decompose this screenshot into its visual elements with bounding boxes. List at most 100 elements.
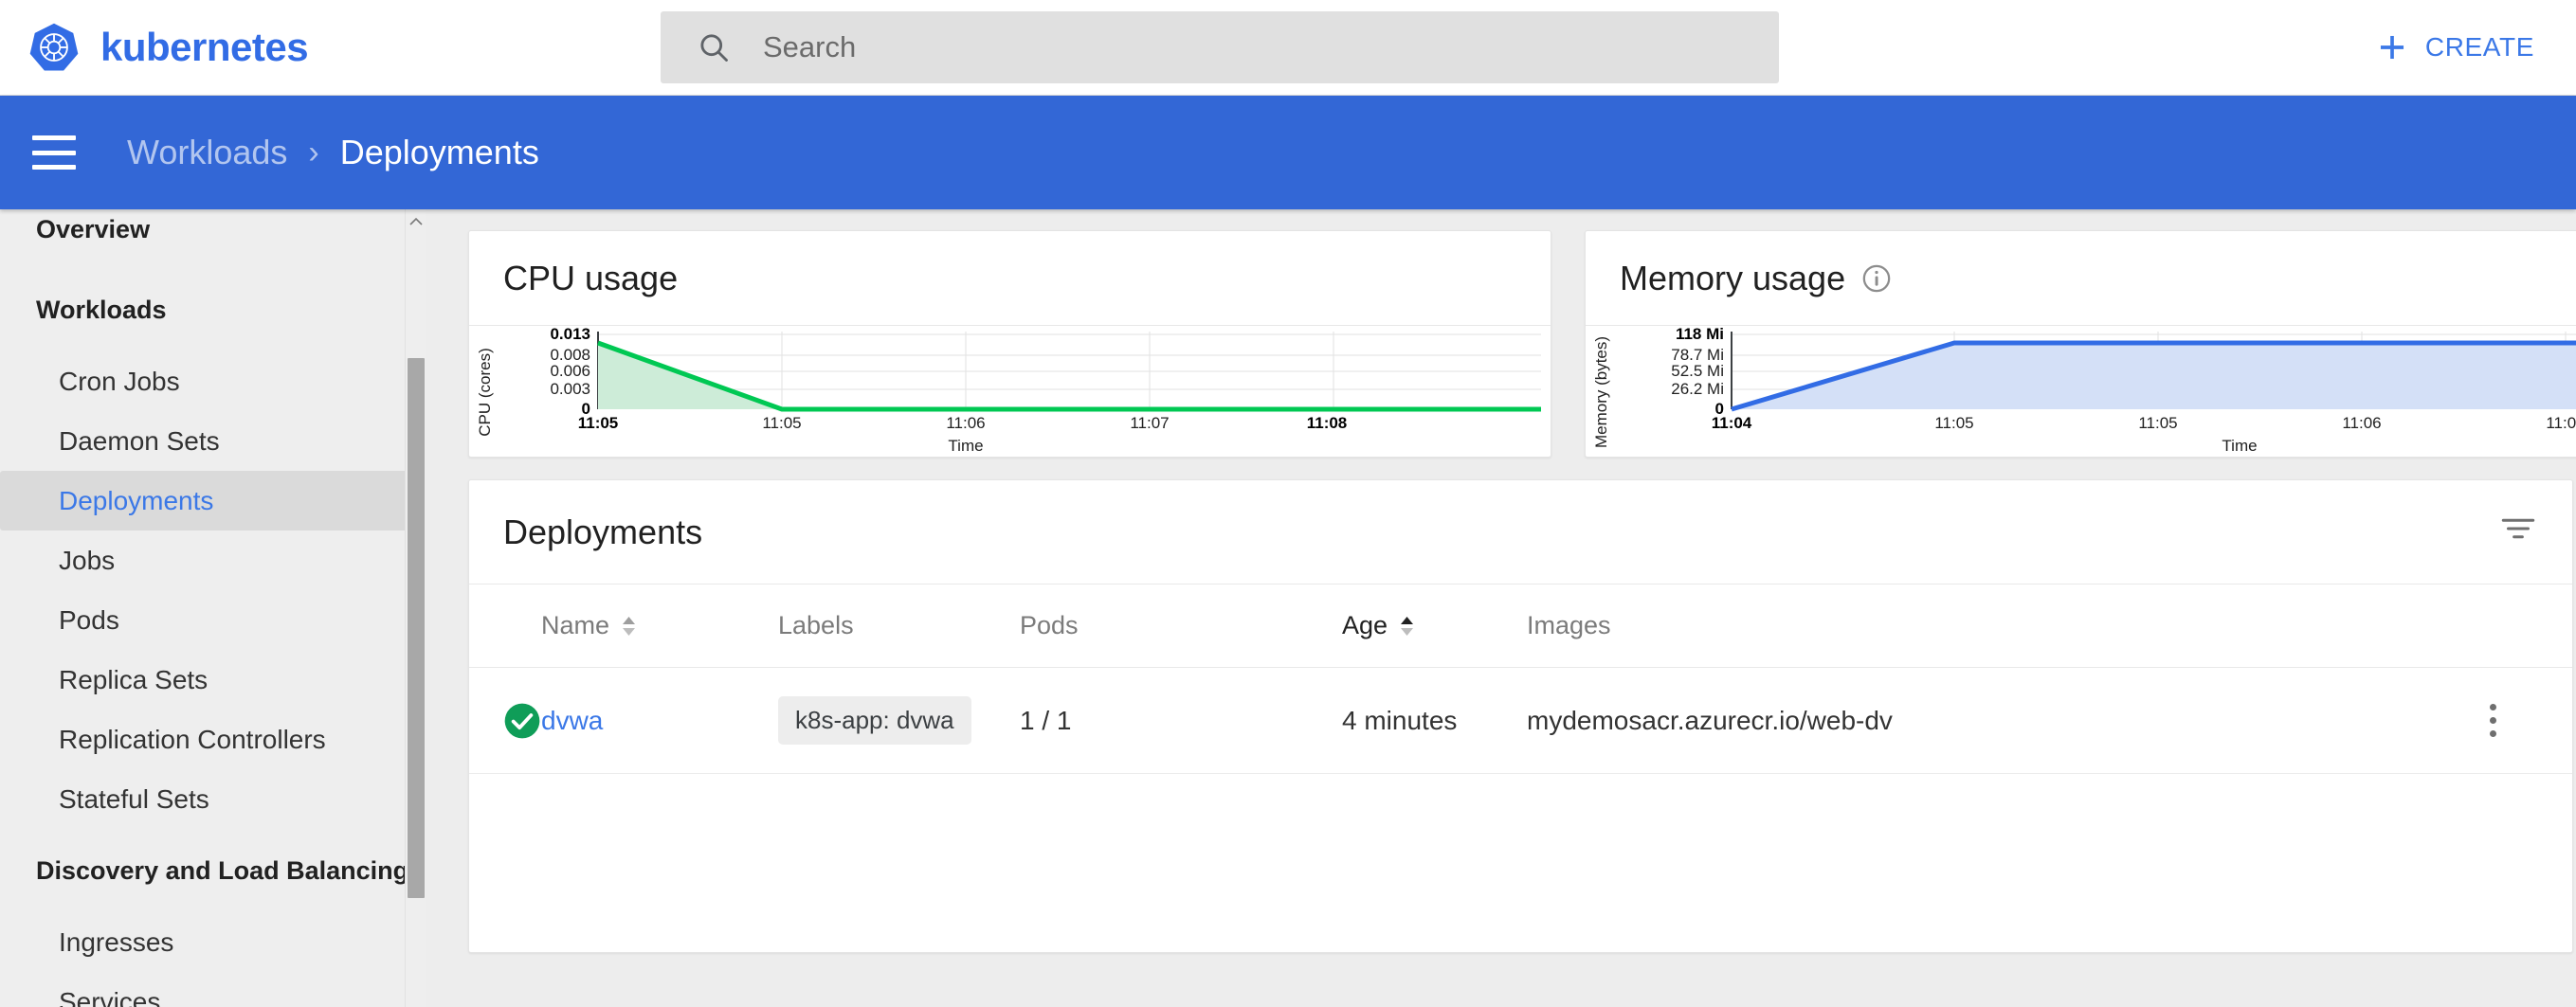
kubernetes-helm-icon <box>29 23 79 71</box>
sidebar-item-replica-sets[interactable]: Replica Sets <box>0 650 414 710</box>
svg-text:11:07: 11:07 <box>2546 414 2576 432</box>
memory-usage-card: Memory usage Memory (bytes) 118 Mi 78.7 … <box>1585 230 2576 458</box>
svg-text:11:05: 11:05 <box>2138 414 2177 432</box>
column-header-labels: Labels <box>778 584 1020 668</box>
search-box[interactable] <box>661 11 1779 83</box>
sort-descending-icon <box>1401 627 1414 636</box>
sidebar-item-cron-jobs[interactable]: Cron Jobs <box>0 351 414 411</box>
svg-text:Time: Time <box>948 437 983 455</box>
svg-text:11:04: 11:04 <box>1712 414 1752 432</box>
cpu-chart-svg: CPU (cores) 0.013 0.008 0.006 0.003 0 11… <box>476 326 1541 455</box>
sidebar-item-deployments[interactable]: Deployments <box>0 471 414 530</box>
info-circle-icon[interactable] <box>1860 262 1893 295</box>
sidebar-header-overview[interactable]: Overview <box>0 209 426 268</box>
svg-text:0.013: 0.013 <box>550 326 590 343</box>
sidebar-header-discovery-and-load-balancing: Discovery and Load Balancing <box>36 855 409 885</box>
deployments-card-title: Deployments <box>503 512 703 551</box>
sidebar-scrollbar-thumb[interactable] <box>408 358 425 898</box>
sort-ascending-icon <box>623 616 636 624</box>
cell-menu <box>2487 667 2572 774</box>
column-header-pods: Pods <box>1020 584 1342 668</box>
deployments-table: Name Labels Pods Age Images dvwa k8s-app… <box>469 584 2572 774</box>
cpu-chart: CPU (cores) 0.013 0.008 0.006 0.003 0 11… <box>469 326 1551 457</box>
sidebar-scrollbar[interactable] <box>405 209 426 1007</box>
svg-text:Memory (bytes): Memory (bytes) <box>1592 336 1610 448</box>
svg-text:52.5 Mi: 52.5 Mi <box>1671 362 1724 380</box>
cpu-card-title: CPU usage <box>503 258 679 297</box>
table-header-row: Name Labels Pods Age Images <box>469 584 2572 668</box>
sidebar-item-pods[interactable]: Pods <box>0 590 414 650</box>
sidebar-item-replication-controllers[interactable]: Replication Controllers <box>0 710 414 769</box>
breadcrumb-bar: Workloads › Deployments <box>0 96 2576 209</box>
search-icon <box>700 34 728 62</box>
sort-descending-icon <box>623 627 636 636</box>
breadcrumb-item-workloads[interactable]: Workloads <box>127 133 287 172</box>
sidebar-nav: Overview Workloads Cron Jobs Daemon Sets… <box>0 209 426 1007</box>
deployment-name-link[interactable]: dvwa <box>541 706 603 735</box>
breadcrumb: Workloads › Deployments <box>127 133 539 172</box>
check-circle-icon <box>504 703 540 738</box>
svg-text:118 Mi: 118 Mi <box>1676 326 1724 343</box>
svg-text:11:07: 11:07 <box>1130 414 1169 432</box>
memory-chart-svg: Memory (bytes) 118 Mi 78.7 Mi 52.5 Mi 26… <box>1592 326 2576 455</box>
sidebar-item-ingresses[interactable]: Ingresses <box>0 912 414 972</box>
column-header-name[interactable]: Name <box>541 584 778 668</box>
cell-labels: k8s-app: dvwa <box>778 667 1020 774</box>
main-content: CPU usage CPU (cores) 0.013 0.008 0.006 … <box>446 209 2576 1007</box>
svg-text:11:06: 11:06 <box>946 414 985 432</box>
table-body: dvwa k8s-app: dvwa 1 / 1 4 minutes mydem… <box>469 667 2572 774</box>
column-header-age[interactable]: Age <box>1342 584 1527 668</box>
image-name: mydemosacr.azurecr.io/web-dv <box>1527 705 1893 735</box>
brand-logo-link[interactable]: kubernetes <box>28 21 309 74</box>
memory-card-title: Memory usage <box>1620 258 1846 297</box>
sidebar-item-daemon-sets[interactable]: Daemon Sets <box>0 411 414 471</box>
create-button-label: CREATE <box>2424 32 2534 62</box>
sort-arrows-name[interactable] <box>621 616 637 637</box>
column-header-pods-label: Pods <box>1020 611 1079 639</box>
table-row[interactable]: dvwa k8s-app: dvwa 1 / 1 4 minutes mydem… <box>469 667 2572 774</box>
sidebar-item-stateful-sets[interactable]: Stateful Sets <box>0 769 414 829</box>
cell-age: 4 minutes <box>1342 667 1527 774</box>
chevron-up-icon[interactable] <box>408 215 424 228</box>
svg-text:26.2 Mi: 26.2 Mi <box>1671 380 1724 398</box>
svg-text:0.003: 0.003 <box>550 380 590 398</box>
column-header-age-label: Age <box>1342 611 1388 639</box>
sidebar-item-jobs[interactable]: Jobs <box>0 530 414 590</box>
search-input[interactable] <box>763 30 1779 64</box>
svg-text:CPU (cores): CPU (cores) <box>476 348 494 437</box>
column-header-status <box>469 584 541 668</box>
deployments-table-card: Deployments Name Labels Pods Age Images … <box>468 479 2573 953</box>
cpu-card-header: CPU usage <box>469 231 1551 326</box>
label-chip[interactable]: k8s-app: dvwa <box>778 696 971 745</box>
table-header: Name Labels Pods Age Images <box>469 584 2572 668</box>
column-header-images-label: Images <box>1527 611 1611 639</box>
svg-text:11:05: 11:05 <box>762 414 801 432</box>
plus-icon <box>2380 35 2404 60</box>
column-header-name-label: Name <box>541 611 610 639</box>
sidebar-item-services[interactable]: Services <box>0 972 414 1007</box>
hamburger-icon[interactable] <box>32 135 76 170</box>
svg-text:Time: Time <box>2222 437 2257 455</box>
brand-name: kubernetes <box>100 25 309 69</box>
cell-name: dvwa <box>541 667 778 774</box>
more-vertical-icon[interactable] <box>2487 704 2498 737</box>
sort-arrows-age[interactable] <box>1399 616 1415 637</box>
column-header-images: Images <box>1527 584 2487 668</box>
sort-ascending-icon <box>1401 616 1414 624</box>
breadcrumb-item-deployments: Deployments <box>339 133 539 171</box>
breadcrumb-separator-icon: › <box>308 134 319 171</box>
column-header-labels-label: Labels <box>778 611 854 639</box>
filter-icon[interactable] <box>2498 509 2538 548</box>
cell-status <box>469 667 541 774</box>
deployments-card-header: Deployments <box>469 480 2572 584</box>
cell-images: mydemosacr.azurecr.io/web-dv <box>1527 667 2487 774</box>
svg-text:0.006: 0.006 <box>550 362 590 380</box>
cell-pods: 1 / 1 <box>1020 667 1342 774</box>
top-app-bar: kubernetes CREATE <box>0 0 2576 96</box>
memory-chart: Memory (bytes) 118 Mi 78.7 Mi 52.5 Mi 26… <box>1586 326 2576 457</box>
svg-text:11:08: 11:08 <box>1307 414 1348 432</box>
svg-text:11:05: 11:05 <box>578 414 619 432</box>
create-button[interactable]: CREATE <box>2367 24 2544 71</box>
svg-text:11:06: 11:06 <box>2342 414 2381 432</box>
sidebar-header-workloads: Workloads <box>36 295 167 324</box>
